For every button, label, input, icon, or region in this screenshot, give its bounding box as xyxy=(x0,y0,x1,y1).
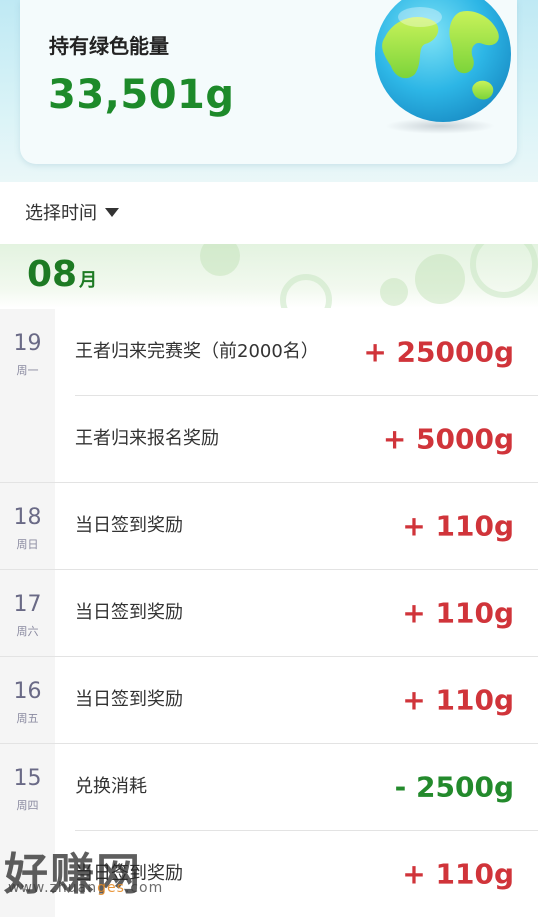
item-label: 当日签到奖励 xyxy=(75,515,183,536)
earth-icon xyxy=(375,0,511,122)
weekday-label: 周六 xyxy=(16,625,39,638)
list-item[interactable]: 当日签到奖励 + 110g xyxy=(75,831,538,917)
item-label: 当日签到奖励 xyxy=(75,602,183,623)
day-number: 18 xyxy=(13,505,42,530)
item-amount: + 110g xyxy=(402,596,514,630)
item-amount: + 25000g xyxy=(363,335,514,369)
list-item[interactable]: 王者归来报名奖励 + 5000g xyxy=(75,396,538,482)
list-item[interactable]: 当日签到奖励 + 110g xyxy=(75,657,538,743)
watermark-url-part: .com xyxy=(124,880,164,896)
month-unit: 月 xyxy=(79,270,98,291)
time-select-label: 选择时间 xyxy=(25,203,97,224)
day-number: 16 xyxy=(13,679,42,704)
list-item[interactable]: 兑换消耗 - 2500g xyxy=(75,744,538,831)
decor-ring xyxy=(280,274,332,308)
caret-down-icon xyxy=(105,207,119,217)
item-label: 兑换消耗 xyxy=(75,776,147,797)
day-group: 17 周六 当日签到奖励 + 110g xyxy=(0,570,538,656)
weekday-label: 周五 xyxy=(16,712,39,725)
transaction-list: 19 周一 王者归来完赛奖（前2000名） + 25000g 王者归来报名奖励 … xyxy=(0,309,538,917)
date-column: 19 周一 xyxy=(0,309,55,482)
item-amount: + 110g xyxy=(402,509,514,543)
time-select-button[interactable]: 选择时间 xyxy=(25,199,119,225)
day-number: 19 xyxy=(13,331,42,356)
item-label: 当日签到奖励 xyxy=(75,689,183,710)
day-group: 19 周一 王者归来完赛奖（前2000名） + 25000g 王者归来报名奖励 … xyxy=(0,309,538,482)
watermark-url-highlight: ges xyxy=(97,880,125,896)
list-item[interactable]: 王者归来完赛奖（前2000名） + 25000g xyxy=(75,309,538,396)
day-number: 17 xyxy=(13,592,42,617)
decor-bubble xyxy=(415,254,465,304)
date-column: 18 周日 xyxy=(0,483,55,569)
decor-bubble xyxy=(200,244,240,276)
item-label: 王者归来完赛奖（前2000名） xyxy=(75,341,319,362)
energy-title: 持有绿色能量 xyxy=(49,34,169,58)
decor-bubble xyxy=(380,278,408,306)
energy-amount: 33,501g xyxy=(48,72,235,118)
watermark-url: www.zhuanges.com xyxy=(8,880,163,896)
decor-ring xyxy=(470,244,538,298)
item-amount: + 5000g xyxy=(382,422,514,456)
month-banner: 08 月 xyxy=(0,244,538,308)
item-amount: - 2500g xyxy=(394,770,514,804)
list-item[interactable]: 当日签到奖励 + 110g xyxy=(75,570,538,656)
weekday-label: 周四 xyxy=(16,799,39,812)
date-column: 16 周五 xyxy=(0,657,55,743)
weekday-label: 周日 xyxy=(16,538,39,551)
item-amount: + 110g xyxy=(402,857,514,891)
day-group: 18 周日 当日签到奖励 + 110g xyxy=(0,483,538,569)
weekday-label: 周一 xyxy=(16,364,39,377)
item-amount: + 110g xyxy=(402,683,514,717)
day-number: 15 xyxy=(13,766,42,791)
item-label: 王者归来报名奖励 xyxy=(75,428,219,449)
watermark-url-part: www.zhuan xyxy=(8,880,98,896)
date-column: 17 周六 xyxy=(0,570,55,656)
list-item[interactable]: 当日签到奖励 + 110g xyxy=(75,483,538,569)
day-group: 16 周五 当日签到奖励 + 110g xyxy=(0,657,538,743)
month-label: 08 月 xyxy=(27,254,97,295)
energy-card: 持有绿色能量 33,501g xyxy=(20,0,517,164)
month-number: 08 xyxy=(27,254,78,295)
